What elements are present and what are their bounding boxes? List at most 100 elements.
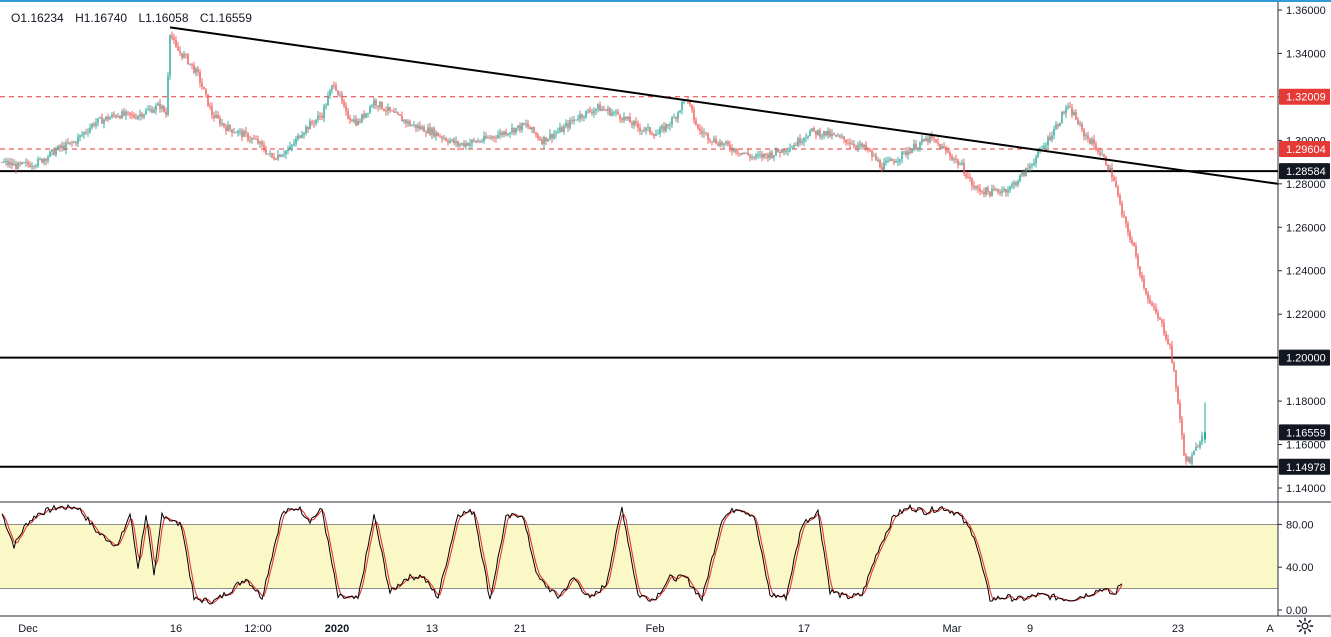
- candle: [741, 152, 743, 156]
- candle: [1155, 303, 1157, 315]
- candle-body: [605, 109, 607, 111]
- candle: [627, 115, 629, 121]
- candle: [557, 127, 559, 134]
- candle-body: [907, 151, 909, 155]
- candle-body: [1059, 122, 1061, 127]
- candle: [699, 124, 701, 135]
- candle-body: [1021, 171, 1023, 176]
- candle-body: [515, 127, 517, 133]
- candle-body: [27, 162, 29, 165]
- candle: [183, 50, 185, 59]
- candle: [395, 108, 397, 113]
- candle-body: [693, 109, 695, 121]
- candle: [25, 158, 27, 167]
- candle-body: [905, 151, 907, 155]
- candle-body: [413, 124, 415, 126]
- time-tick-label: 9: [1027, 623, 1033, 635]
- candle: [949, 150, 951, 161]
- trendline[interactable]: [169, 26, 1279, 185]
- candle-body: [979, 188, 981, 192]
- candle-body: [567, 123, 569, 128]
- candle-body: [831, 133, 833, 137]
- candle: [1049, 132, 1051, 142]
- candle: [851, 140, 853, 145]
- candle: [91, 122, 93, 130]
- candle-body: [439, 136, 441, 137]
- candle: [33, 165, 35, 170]
- candle: [999, 188, 1001, 196]
- candle-body: [399, 114, 401, 116]
- candle-body: [547, 138, 549, 142]
- chart-frame[interactable]: 1.360001.340001.320001.300001.280001.260…: [0, 0, 1331, 635]
- candle: [503, 130, 505, 138]
- candle: [129, 112, 131, 119]
- gear-icon[interactable]: [1296, 617, 1314, 635]
- candle-body: [733, 148, 735, 152]
- candle: [337, 90, 339, 96]
- candle-body: [545, 137, 547, 142]
- candle: [377, 105, 379, 112]
- candle: [95, 117, 97, 129]
- candle: [677, 111, 679, 124]
- candle: [679, 109, 681, 114]
- candle-body: [449, 140, 451, 143]
- candle: [865, 141, 867, 152]
- candle: [1101, 149, 1103, 156]
- candle: [631, 120, 633, 129]
- candle: [61, 141, 63, 152]
- candle-body: [651, 133, 653, 135]
- candle-body: [87, 131, 89, 133]
- candle: [469, 138, 471, 149]
- candle-body: [793, 145, 795, 148]
- ohlc-legend: O1.16234 H1.16740 L1.16058 C1.16559: [8, 10, 263, 26]
- chart-canvas[interactable]: 1.360001.340001.320001.300001.280001.260…: [0, 2, 1331, 637]
- last-candle: [1204, 402, 1206, 444]
- candle: [113, 111, 115, 119]
- candle-body: [781, 148, 783, 154]
- candle-body: [277, 154, 279, 160]
- candle-body: [483, 135, 485, 142]
- candle: [189, 63, 191, 66]
- candle: [609, 106, 611, 117]
- candle-body: [103, 119, 105, 124]
- candle: [889, 156, 891, 162]
- candle: [49, 150, 51, 158]
- candle: [623, 112, 625, 124]
- candle-body: [503, 131, 505, 135]
- candle: [751, 154, 753, 160]
- candle-body: [43, 158, 45, 163]
- candle: [657, 129, 659, 135]
- candle-body: [987, 187, 989, 192]
- candle: [473, 137, 475, 143]
- candle: [181, 52, 183, 61]
- candle-body: [81, 134, 83, 136]
- candle-body: [1091, 139, 1093, 144]
- candle-body: [365, 112, 367, 118]
- candle-body: [143, 114, 145, 117]
- ohlc-low: L1.16058: [138, 11, 189, 25]
- candle-body: [283, 154, 285, 156]
- candle-body: [31, 166, 33, 167]
- candle: [591, 108, 593, 116]
- candle-body: [253, 138, 255, 140]
- candle-body: [189, 63, 191, 65]
- candle: [489, 134, 491, 140]
- candle-body: [529, 127, 531, 130]
- candle-body: [923, 139, 925, 142]
- candle-body: [609, 108, 611, 116]
- candle: [1167, 334, 1169, 345]
- candle-body: [935, 139, 937, 143]
- candle: [1103, 153, 1105, 159]
- candle: [325, 103, 327, 110]
- candle-body: [657, 133, 659, 135]
- candle: [275, 157, 277, 161]
- candle: [831, 129, 833, 140]
- candle-body: [667, 124, 669, 126]
- candle-body: [275, 159, 277, 161]
- candle-body: [219, 118, 221, 125]
- candle: [965, 171, 967, 179]
- candle: [735, 148, 737, 155]
- candle: [163, 104, 165, 113]
- candle-body: [943, 146, 945, 148]
- candle-body: [495, 137, 497, 139]
